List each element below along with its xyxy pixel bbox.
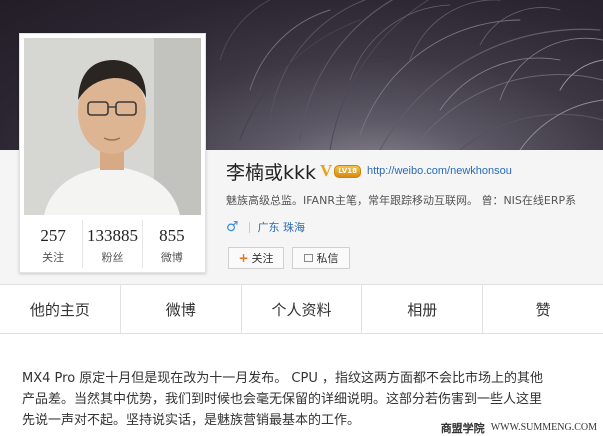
profile-tabs: 他的主页 微博 个人资料 相册 赞 — [0, 284, 603, 334]
tab-profile-info[interactable]: 个人资料 — [242, 285, 363, 333]
mail-icon — [303, 254, 313, 262]
male-icon: ♂ — [226, 219, 239, 235]
name-row: 李楠或kkk V LV18 http://weibo.com/newkhonso… — [226, 158, 512, 184]
location-link[interactable]: 广东 珠海 — [258, 219, 306, 235]
tab-album[interactable]: 相册 — [362, 285, 484, 333]
plus-icon: + — [238, 251, 249, 265]
avatar-photo — [24, 38, 201, 215]
stat-label: 粉丝 — [101, 251, 124, 264]
post-line: 产品差。当然其中优势，我们到时候也会毫无保留的详细说明。这部分若伤害到一些人这里 — [22, 392, 543, 407]
screen-name: 李楠或kkk — [226, 161, 317, 184]
level-badge[interactable]: LV18 — [334, 164, 361, 178]
location-row: ♂ 广东 珠海 — [226, 219, 306, 235]
avatar-card: 257 关注 133885 粉丝 855 微博 — [19, 33, 206, 273]
tab-weibo[interactable]: 微博 — [121, 285, 242, 333]
stat-label: 关注 — [42, 251, 65, 264]
stat-value: 855 — [159, 226, 185, 245]
watermark-text: 商盟学院 — [440, 421, 485, 435]
stat-label: 微博 — [160, 251, 183, 264]
message-label: 私信 — [316, 252, 339, 265]
profile-stats: 257 关注 133885 粉丝 855 微博 — [24, 220, 201, 268]
stat-followers[interactable]: 133885 粉丝 — [83, 220, 143, 268]
watermark: 商盟学院 WWW.SUMMENG.COM — [432, 419, 603, 436]
avatar[interactable] — [24, 38, 201, 215]
stat-posts[interactable]: 855 微博 — [143, 220, 201, 268]
profile-url-link[interactable]: http://weibo.com/newkhonsou — [367, 165, 512, 177]
post-line: MX4 Pro 原定十月但是现在改为十一月发布。 CPU ，指纹这两方面都不会比… — [22, 371, 543, 386]
message-button[interactable]: 私信 — [292, 247, 350, 269]
follow-label: 关注 — [251, 252, 274, 265]
follow-button[interactable]: + 关注 — [228, 247, 284, 269]
stat-following[interactable]: 257 关注 — [24, 220, 84, 268]
stat-value: 257 — [40, 226, 66, 245]
tab-likes[interactable]: 赞 — [483, 285, 603, 333]
watermark-url: WWW.SUMMENG.COM — [490, 422, 597, 433]
tab-home[interactable]: 他的主页 — [0, 285, 121, 333]
bio-text: 魅族高级总监。IFANR主笔，常年跟踪移动互联网。 曾：NIS在线ERP系 — [226, 194, 577, 207]
verified-icon[interactable]: V — [320, 161, 332, 181]
divider — [248, 221, 250, 233]
stat-value: 133885 — [86, 226, 138, 245]
